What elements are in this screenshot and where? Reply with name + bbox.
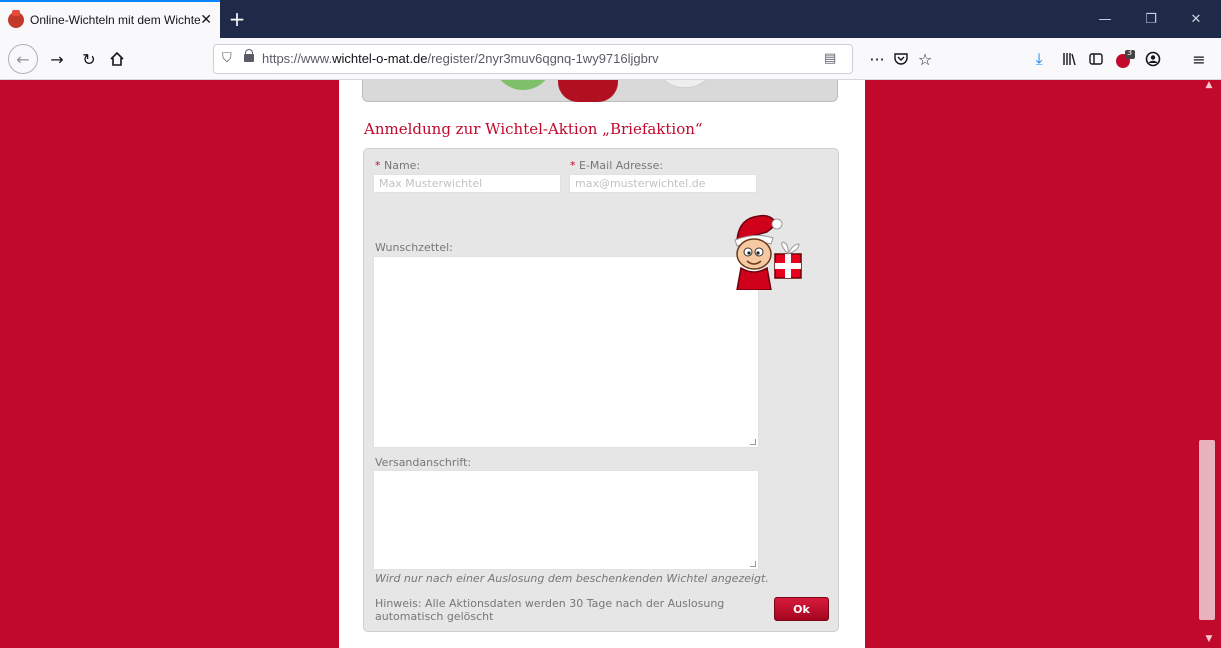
reload-icon: ↻ <box>82 49 96 69</box>
bookmark-star-button[interactable]: ☆ <box>912 46 938 72</box>
header-image <box>362 80 838 102</box>
tab-title: Online-Wichteln mit dem Wichtel <box>30 13 200 27</box>
name-input[interactable]: Max Musterwichtel <box>373 174 561 193</box>
pocket-icon <box>894 53 908 65</box>
page-title: Anmeldung zur Wichtel-Aktion „Briefaktio… <box>364 120 703 138</box>
scroll-down-icon[interactable]: ▼ <box>1201 634 1217 648</box>
ok-button[interactable]: Ok <box>774 597 829 621</box>
arrow-left-icon: ← <box>16 49 30 69</box>
elf-with-gift-icon <box>734 214 802 290</box>
account-icon <box>1145 51 1161 67</box>
page-actions-button[interactable]: ··· <box>864 46 890 72</box>
extension-badge: 3 <box>1127 48 1133 57</box>
tab-bar: Online-Wichteln mit dem Wichtel ✕ + — ❐ … <box>0 0 1221 38</box>
resize-handle-icon[interactable] <box>750 561 756 567</box>
pocket-button[interactable] <box>888 46 914 72</box>
address-note: Wird nur nach einer Auslosung dem besche… <box>375 572 769 585</box>
hamburger-icon: ≡ <box>1192 49 1206 69</box>
resize-handle-icon[interactable] <box>750 439 756 445</box>
reader-view-icon[interactable]: ▤ <box>824 51 836 66</box>
reload-button[interactable]: ↻ <box>76 46 102 72</box>
lock-icon[interactable] <box>244 49 254 62</box>
email-label: * E-Mail Adresse: <box>570 159 664 172</box>
downloads-button[interactable]: ⤓ <box>1026 46 1052 72</box>
restore-button[interactable]: ❐ <box>1131 0 1171 38</box>
header-grey-shape <box>655 80 715 88</box>
new-tab-button[interactable]: + <box>222 0 252 38</box>
url-text[interactable]: https://www.wichtel-o-mat.de/register/2n… <box>262 51 659 66</box>
library-icon <box>1063 53 1076 66</box>
name-label: * Name: <box>375 159 421 172</box>
address-textarea[interactable] <box>373 470 759 570</box>
extension-icon <box>1116 50 1135 68</box>
email-input[interactable]: max@musterwichtel.de <box>569 174 757 193</box>
minimize-button[interactable]: — <box>1085 0 1125 38</box>
tab-active[interactable]: Online-Wichteln mit dem Wichtel ✕ <box>0 0 220 38</box>
deletion-hint: Hinweis: Alle Aktionsdaten werden 30 Tag… <box>375 597 725 623</box>
scroll-up-icon[interactable]: ▲ <box>1201 80 1217 94</box>
wishlist-label: Wunschzettel: <box>375 241 453 254</box>
wishlist-textarea[interactable] <box>373 256 759 448</box>
shield-icon[interactable]: ⛉ <box>222 51 232 66</box>
header-elf-shape <box>558 80 618 102</box>
extension-button[interactable]: 3 <box>1112 46 1138 72</box>
back-button[interactable]: ← <box>8 44 38 74</box>
favicon-icon <box>8 10 24 28</box>
page-background: Anmeldung zur Wichtel-Aktion „Briefaktio… <box>0 80 1199 648</box>
menu-button[interactable]: ≡ <box>1186 46 1212 72</box>
account-button[interactable] <box>1140 46 1166 72</box>
arrow-right-icon: → <box>50 49 64 69</box>
tab-close-button[interactable]: ✕ <box>200 12 212 28</box>
close-window-button[interactable]: ✕ <box>1176 0 1216 38</box>
star-icon: ☆ <box>917 49 933 69</box>
url-bar[interactable]: ⛉ https://www.wichtel-o-mat.de/register/… <box>213 44 853 74</box>
library-button[interactable] <box>1056 46 1082 72</box>
scrollbar-thumb[interactable] <box>1199 440 1215 620</box>
content-column: Anmeldung zur Wichtel-Aktion „Briefaktio… <box>339 80 865 648</box>
nav-bar: ← → ↻ ⛉ https://www.wichtel-o-mat.de/reg… <box>0 38 1221 80</box>
header-green-shape <box>493 80 553 90</box>
page-scrollbar[interactable]: ▲ ▼ <box>1199 80 1221 648</box>
address-label: Versandanschrift: <box>375 456 472 469</box>
sidebar-button[interactable] <box>1083 46 1109 72</box>
download-icon: ⤓ <box>1035 49 1043 68</box>
home-button[interactable] <box>104 46 130 72</box>
forward-button[interactable]: → <box>44 46 70 72</box>
sidebar-icon <box>1089 53 1103 65</box>
home-icon <box>110 51 124 66</box>
